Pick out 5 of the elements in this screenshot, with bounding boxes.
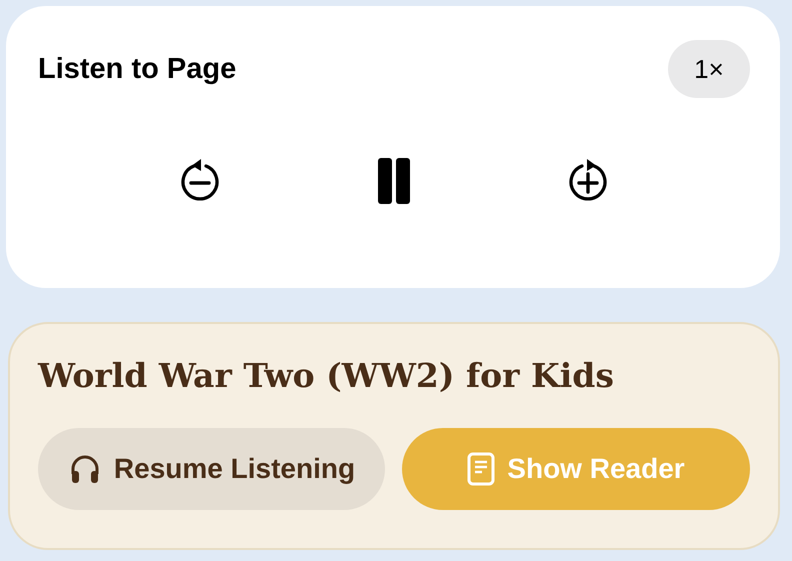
player-title: Listen to Page	[38, 52, 236, 86]
article-title: World War Two (WW2) for Kids	[38, 356, 615, 395]
speed-button[interactable]: 1×	[668, 40, 750, 98]
resume-listening-button[interactable]: Resume Listening	[38, 428, 385, 510]
document-icon	[467, 452, 496, 486]
